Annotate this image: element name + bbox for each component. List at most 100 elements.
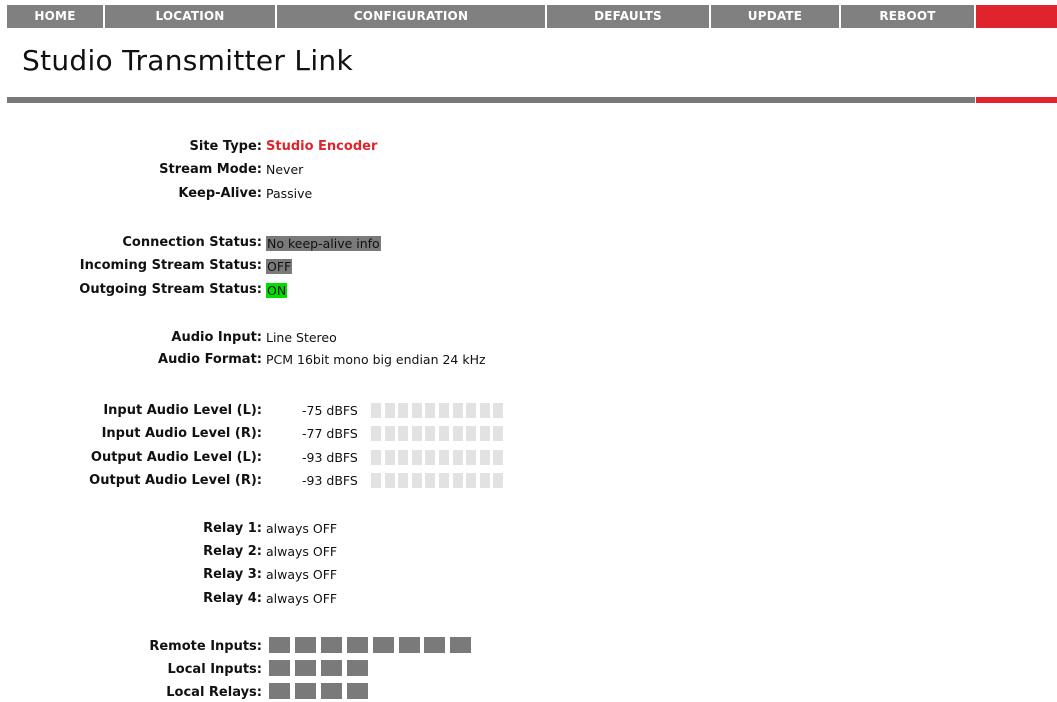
meter-segment: [479, 403, 490, 418]
keep-alive-row: Keep-Alive:: [0, 184, 262, 204]
nav-reboot[interactable]: REBOOT: [841, 5, 974, 28]
nav-defaults[interactable]: DEFAULTS: [547, 5, 709, 28]
meter-segment: [411, 403, 422, 418]
meter-segment: [425, 403, 436, 418]
local-relays-label: Local Relays:: [166, 685, 262, 700]
meter-segment: [466, 403, 477, 418]
audio-level-value: -93 dBFS: [302, 450, 358, 465]
meter-segment: [384, 473, 395, 488]
meter-segment: [439, 426, 449, 441]
audio-format-row: Audio Format:: [0, 350, 262, 370]
meter-segment: [439, 450, 449, 465]
relay-row: Relay 4:: [0, 589, 262, 609]
meter-segment: [493, 426, 504, 441]
relay-value: always OFF: [266, 544, 338, 559]
remote-input-indicator: [398, 637, 420, 653]
remote-input-indicator: [269, 637, 290, 653]
keep-alive-value: Passive: [266, 186, 313, 201]
top-nav: HOME LOCATION CONFIGURATION DEFAULTS UPD…: [0, 0, 1057, 28]
meter-segment: [479, 473, 490, 488]
meter-segment: [398, 473, 409, 488]
relay-row: Relay 2:: [0, 542, 262, 562]
audio-format-label: Audio Format:: [158, 352, 262, 367]
local-relays-row: Local Relays:: [0, 683, 262, 702]
stream-mode-row: Stream Mode:: [0, 160, 262, 180]
remote-inputs-label: Remote Inputs:: [149, 639, 262, 654]
meter-segment: [384, 450, 395, 465]
meter-segment: [466, 450, 477, 465]
site-type-label: Site Type:: [189, 139, 263, 154]
remote-input-indicator: [450, 637, 472, 653]
audio-level-label: Input Audio Level (R):: [101, 426, 262, 441]
relay-label: Relay 4:: [203, 591, 262, 606]
stream-mode-value: Never: [266, 162, 304, 177]
meter-segment: [479, 450, 490, 465]
meter-segment: [398, 403, 409, 418]
relay-value: always OFF: [266, 521, 338, 536]
nav-location[interactable]: LOCATION: [105, 5, 275, 28]
local-inputs-label: Local Inputs:: [167, 662, 262, 677]
meter-segment: [439, 403, 449, 418]
meter-segment: [425, 450, 436, 465]
meter-segment: [411, 473, 422, 488]
site-type-row: Site Type:: [0, 137, 263, 157]
incoming-status-cell: OFF: [266, 256, 326, 276]
meter-segment: [425, 473, 436, 488]
local-input-indicator: [294, 660, 316, 676]
relay-label: Relay 3:: [203, 567, 262, 582]
audio-level-row: Output Audio Level (R):: [0, 471, 262, 491]
local-relay-indicator: [269, 683, 290, 699]
remote-input-indicator: [424, 637, 446, 653]
relay-value: always OFF: [266, 591, 338, 606]
meter-segment: [439, 473, 449, 488]
nav-accent-bar: [976, 5, 1057, 28]
audio-level-meter: [371, 473, 507, 488]
relay-label: Relay 2:: [203, 544, 262, 559]
outgoing-status-value: ON: [266, 283, 288, 298]
meter-segment: [466, 473, 477, 488]
meter-segment: [493, 473, 504, 488]
audio-input-row: Audio Input:: [0, 328, 262, 348]
meter-segment: [384, 403, 395, 418]
audio-format-value: PCM 16bit mono big endian 24 kHz: [266, 352, 486, 367]
audio-level-meter: [371, 426, 507, 441]
remote-input-indicator: [294, 637, 316, 653]
relay-row: Relay 1:: [0, 519, 262, 539]
meter-segment: [371, 403, 381, 418]
site-type-value: Studio Encoder: [266, 139, 378, 154]
local-relay-indicator: [294, 683, 316, 699]
audio-level-value: -93 dBFS: [302, 473, 358, 488]
meter-segment: [398, 426, 409, 441]
local-input-indicator: [320, 660, 342, 676]
meter-segment: [371, 426, 381, 441]
outgoing-status-cell: ON: [266, 280, 326, 300]
remote-input-indicator: [320, 637, 342, 653]
relay-row: Relay 3:: [0, 565, 262, 585]
meter-segment: [398, 450, 409, 465]
nav-update[interactable]: UPDATE: [711, 5, 839, 28]
meter-segment: [411, 450, 422, 465]
connection-status-value: No keep-alive info: [266, 236, 381, 251]
audio-level-row: Input Audio Level (L):: [0, 401, 262, 421]
audio-level-row: Input Audio Level (R):: [0, 424, 262, 444]
meter-segment: [452, 473, 463, 488]
meter-segment: [371, 473, 381, 488]
keep-alive-label: Keep-Alive:: [178, 186, 262, 201]
stream-mode-label: Stream Mode:: [159, 162, 262, 177]
nav-configuration[interactable]: CONFIGURATION: [277, 5, 545, 28]
audio-level-label: Output Audio Level (L):: [90, 450, 262, 465]
meter-segment: [425, 426, 436, 441]
meter-segment: [493, 450, 504, 465]
incoming-status-label: Incoming Stream Status:: [79, 258, 262, 273]
relay-value: always OFF: [266, 567, 338, 582]
connection-status-label: Connection Status:: [122, 235, 262, 250]
local-relay-indicator: [346, 683, 368, 699]
relay-label: Relay 1:: [203, 521, 262, 536]
audio-level-label: Input Audio Level (L):: [103, 403, 262, 418]
remote-input-indicator: [346, 637, 368, 653]
nav-home[interactable]: HOME: [7, 5, 103, 28]
title-divider: [7, 97, 975, 103]
audio-level-row: Output Audio Level (L):: [0, 448, 262, 468]
page-title: Studio Transmitter Link: [22, 44, 353, 77]
meter-segment: [452, 426, 463, 441]
